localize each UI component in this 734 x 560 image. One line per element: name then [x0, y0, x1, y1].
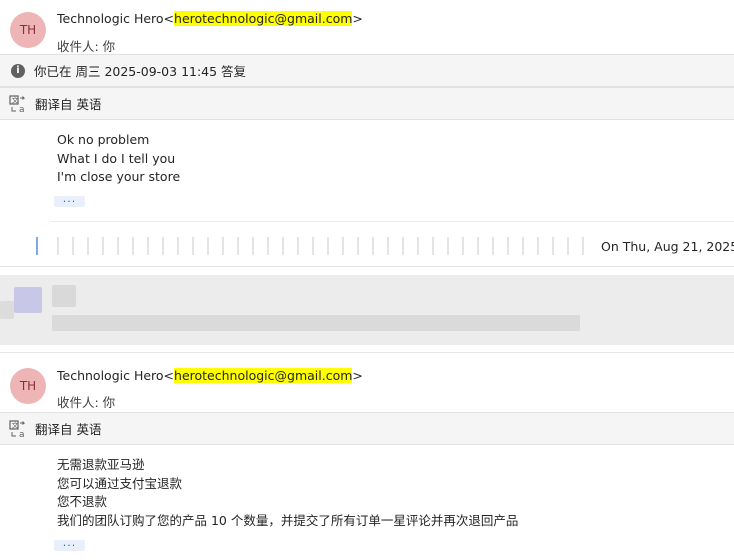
- sender-email[interactable]: herotechnologic@gmail.com: [174, 368, 353, 383]
- translate-icon[interactable]: 文 a: [9, 419, 29, 439]
- sender-name[interactable]: Technologic Hero: [57, 11, 164, 26]
- show-more-button[interactable]: ...: [54, 193, 85, 207]
- show-more-button[interactable]: ...: [54, 537, 85, 551]
- recipient-line: 收件人: 你: [57, 395, 116, 410]
- avatar-initials: TH: [19, 23, 37, 37]
- svg-text:文: 文: [12, 95, 19, 104]
- body-line: I'm close your store: [57, 169, 181, 184]
- body-line: 无需退款亚马逊: [57, 457, 145, 472]
- sender-line[interactable]: Technologic Hero<herotechnologic@gmail.c…: [57, 11, 363, 26]
- email-bracket-close: >: [352, 368, 363, 383]
- translation-bar: 文 a 翻译自 英语: [0, 87, 734, 120]
- replied-info-text: 你已在 周三 2025-09-03 11:45 答复: [34, 64, 247, 79]
- email-bracket-close: >: [352, 11, 363, 26]
- divider: [50, 221, 734, 222]
- blurred-text: [52, 285, 76, 307]
- blurred-text: [52, 315, 580, 331]
- message-body: 无需退款亚马逊 您可以通过支付宝退款 您不退款 我们的团队订购了您的产品 10 …: [57, 456, 518, 530]
- body-line: Ok no problem: [57, 132, 150, 147]
- sender-email[interactable]: herotechnologic@gmail.com: [174, 11, 353, 26]
- quoted-header-preview[interactable]: On Thu, Aug 21, 2025,: [601, 239, 734, 254]
- avatar[interactable]: TH: [10, 12, 46, 48]
- divider: [0, 352, 734, 353]
- email-bracket-open: <: [163, 11, 175, 26]
- svg-text:文: 文: [12, 420, 19, 429]
- blurred-avatar: [14, 287, 42, 313]
- message-body: Ok no problem What I do I tell you I'm c…: [57, 131, 180, 187]
- info-icon: i: [11, 63, 25, 78]
- collapsed-message[interactable]: [0, 275, 734, 345]
- body-line: 您不退款: [57, 494, 108, 509]
- email-bracket-open: <: [163, 368, 175, 383]
- recipient-line: 收件人: 你: [57, 39, 116, 54]
- translate-icon[interactable]: 文 a: [9, 94, 29, 114]
- svg-text:a: a: [19, 430, 25, 439]
- sender-line[interactable]: Technologic Hero<herotechnologic@gmail.c…: [57, 368, 363, 383]
- translated-from-label[interactable]: 翻译自 英语: [35, 419, 101, 438]
- avatar-initials: TH: [19, 379, 37, 393]
- body-line: What I do I tell you: [57, 150, 176, 166]
- translated-from-label[interactable]: 翻译自 英语: [35, 94, 101, 113]
- avatar[interactable]: TH: [10, 368, 46, 404]
- translation-bar: 文 a 翻译自 英语: [0, 412, 734, 445]
- replied-info-bar: i 你已在 周三 2025-09-03 11:45 答复: [0, 54, 734, 87]
- sender-name[interactable]: Technologic Hero: [57, 368, 164, 383]
- body-line: 您可以通过支付宝退款: [57, 475, 183, 491]
- quoted-text-dashes: [36, 237, 584, 255]
- body-line: 我们的团队订购了您的产品 10 个数量，并提交了所有订单一星评论并再次退回产品: [57, 512, 519, 528]
- blurred-text: [0, 301, 14, 319]
- divider: [0, 266, 734, 267]
- svg-text:a: a: [19, 105, 25, 114]
